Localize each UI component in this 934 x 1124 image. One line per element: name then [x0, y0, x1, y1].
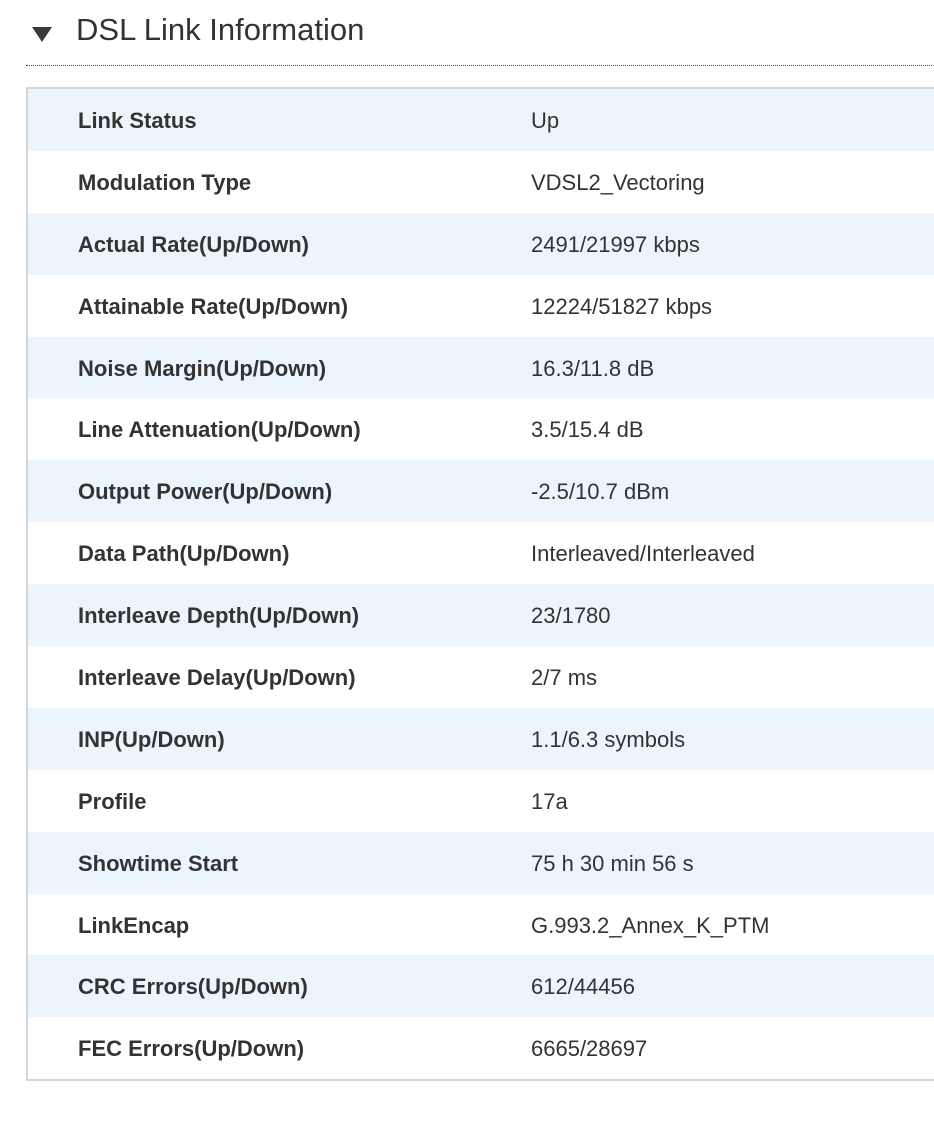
row-value: 3.5/15.4 dB: [531, 417, 644, 443]
row-label: Data Path(Up/Down): [78, 541, 290, 567]
row-label: Actual Rate(Up/Down): [78, 231, 309, 257]
row-value: 612/44456: [531, 974, 635, 1000]
row-value: 6665/28697: [531, 1036, 648, 1062]
row-label: Interleave Depth(Up/Down): [78, 603, 360, 629]
row-value: 16.3/11.8 dB: [531, 355, 655, 381]
row-value: VDSL2_Vectoring: [531, 169, 705, 195]
row-label: Output Power(Up/Down): [78, 479, 333, 505]
row-value: 2491/21997 kbps: [531, 231, 700, 257]
table-row: FEC Errors(Up/Down) 6665/28697: [28, 1017, 934, 1080]
row-label: Attainable Rate(Up/Down): [78, 293, 349, 319]
table-row: INP(Up/Down) 1.1/6.3 symbols: [28, 707, 934, 770]
table-row: Noise Margin(Up/Down) 16.3/11.8 dB: [28, 336, 934, 399]
row-label: FEC Errors(Up/Down): [78, 1036, 305, 1062]
row-value: 17a: [531, 788, 568, 814]
row-value: -2.5/10.7 dBm: [531, 479, 670, 505]
dsl-section-header[interactable]: DSL Link Information: [26, 0, 932, 66]
row-label: Line Attenuation(Up/Down): [78, 417, 361, 443]
row-label: Link Status: [78, 108, 197, 133]
row-value: 12224/51827 kbps: [531, 293, 713, 319]
row-value: Up: [531, 108, 560, 133]
table-row: CRC Errors(Up/Down) 612/44456: [28, 955, 934, 1018]
section-title: DSL Link Information: [76, 12, 365, 47]
row-label: INP(Up/Down): [78, 726, 225, 752]
dsl-info-table: Link Status Up Modulation Type VDSL2_Vector…: [26, 87, 934, 1082]
row-label: CRC Errors(Up/Down): [78, 974, 308, 1000]
row-label: Noise Margin(Up/Down): [78, 355, 327, 381]
table-row: Modulation Type VDSL2_Vectoring: [28, 150, 934, 213]
collapse-triangle-icon[interactable]: [32, 27, 52, 42]
row-label: Modulation Type: [78, 169, 252, 195]
row-value: 2/7 ms: [531, 665, 598, 691]
table-row: Actual Rate(Up/Down) 2491/21997 kbps: [28, 212, 934, 275]
table-row: Output Power(Up/Down) -2.5/10.7 dBm: [28, 460, 934, 523]
table-row: Showtime Start 75 h 30 min 56 s: [28, 831, 934, 894]
row-value: G.993.2_Annex_K_PTM: [531, 912, 770, 938]
table-row: Interleave Depth(Up/Down) 23/1780: [28, 584, 934, 647]
row-value: 1.1/6.3 symbols: [531, 726, 686, 752]
row-value: 23/1780: [531, 603, 611, 629]
table-row: Line Attenuation(Up/Down) 3.5/15.4 dB: [28, 398, 934, 461]
table-row: Interleave Delay(Up/Down) 2/7 ms: [28, 646, 934, 708]
row-label: Profile: [78, 788, 147, 814]
table-row: Attainable Rate(Up/Down) 12224/51827 kbps: [28, 274, 934, 337]
row-label: Showtime Start: [78, 850, 239, 876]
row-value: 75 h 30 min 56 s: [531, 850, 694, 876]
row-label: Interleave Delay(Up/Down): [78, 665, 356, 691]
table-row: Link Status Up: [28, 89, 934, 151]
row-value: Interleaved/Interleaved: [531, 541, 755, 567]
table-row: LinkEncap G.993.2_Annex_K_PTM: [28, 893, 934, 956]
table-row: Data Path(Up/Down) Interleaved/Interleave…: [28, 522, 934, 585]
row-label: LinkEncap: [78, 912, 190, 938]
table-row: Profile 17a: [28, 769, 934, 832]
